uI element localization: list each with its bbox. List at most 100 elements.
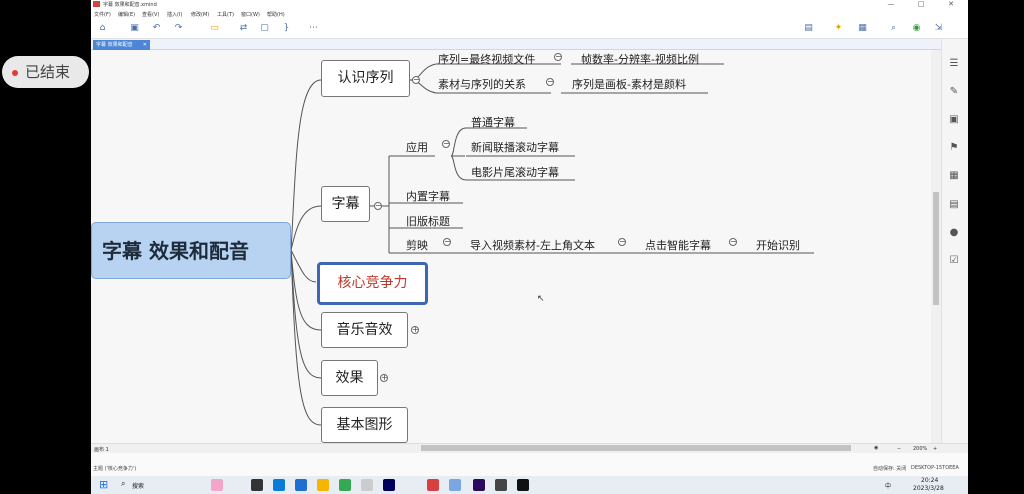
topic-subtitles[interactable]: 字幕 (321, 186, 370, 222)
topic-frame-rate[interactable]: 帧数率-分辨率-视频比例 (581, 51, 699, 67)
menu-file[interactable]: 文件(F) (94, 11, 111, 18)
task-icon[interactable]: ☑ (948, 255, 960, 267)
chrome-icon[interactable] (339, 479, 351, 491)
windows-start-icon[interactable]: ⊞ (99, 478, 108, 491)
app-icon[interactable] (495, 479, 507, 491)
collapse-toggle[interactable]: − (618, 238, 626, 246)
scroll-thumb[interactable] (933, 192, 939, 305)
idea-icon[interactable]: ✦ (833, 23, 844, 34)
windows-taskbar: ⊞ ⌕ 搜索 中 20:24 2023/3/28 (91, 476, 968, 494)
topic-basic-shapes[interactable]: 基本图形 (321, 407, 408, 443)
horizontal-scroll-thumb[interactable] (421, 445, 851, 451)
search-icon[interactable]: ⌕ (121, 479, 125, 489)
topic-effects[interactable]: 效果 (321, 360, 378, 396)
topic-normal-subtitle[interactable]: 普通字幕 (471, 114, 515, 130)
clock-time[interactable]: 20:24 (921, 477, 938, 484)
boundary-icon[interactable]: ▢ (259, 23, 270, 34)
eye-icon[interactable]: ◉ (874, 445, 878, 451)
menu-insert[interactable]: 插入(I) (167, 11, 182, 18)
maximize-button[interactable]: □ (906, 0, 936, 9)
share-icon[interactable]: ◉ (911, 23, 922, 34)
minimize-button[interactable]: — (876, 0, 906, 9)
collapse-toggle[interactable]: − (374, 202, 382, 210)
more-icon[interactable]: ⋯ (308, 23, 319, 34)
format-brush-icon[interactable]: ✎ (948, 86, 960, 98)
home-icon[interactable]: ⌂ (97, 23, 108, 34)
edge-icon[interactable] (273, 479, 285, 491)
app-icon[interactable] (361, 479, 373, 491)
topic-sequence-final[interactable]: 序列=最终视频文件 (438, 51, 535, 67)
zoom-out-icon[interactable]: − (897, 446, 901, 452)
redo-icon[interactable]: ↷ (173, 23, 184, 34)
comment-icon[interactable]: ● (948, 227, 960, 239)
relationship-icon[interactable]: ⇄ (238, 23, 249, 34)
menu-window[interactable]: 窗口(W) (241, 11, 260, 18)
close-button[interactable]: ✕ (936, 0, 966, 9)
autosave-status[interactable]: 自动保存: 关闭 (873, 465, 906, 472)
topic-recognize-sequence[interactable]: 认识序列 (321, 60, 410, 97)
collapse-toggle[interactable]: − (554, 53, 562, 61)
marker-flag-icon[interactable]: ⚑ (948, 142, 960, 154)
sheet-tab[interactable]: 画布 1 (94, 446, 109, 453)
collapse-toggle[interactable]: − (546, 78, 554, 86)
xmind-icon[interactable] (427, 479, 439, 491)
topic-builtin-subtitle[interactable]: 内置字幕 (406, 188, 450, 204)
topic-smart-subtitle[interactable]: 点击智能字幕 (645, 237, 711, 253)
image-icon[interactable]: ▣ (948, 114, 960, 126)
tab-close-icon[interactable]: ✕ (143, 40, 147, 50)
zoom-level[interactable]: 200% (913, 446, 927, 452)
vertical-scrollbar[interactable] (931, 50, 941, 443)
app-logo-icon (93, 1, 100, 7)
premiere-icon[interactable] (473, 479, 485, 491)
topic-core-competence[interactable]: 核心竞争力 (317, 262, 428, 305)
outline-icon[interactable]: ☰ (948, 58, 960, 70)
gallery-icon[interactable]: ▦ (948, 170, 960, 182)
capcut-icon[interactable] (517, 479, 529, 491)
tab-document[interactable]: 字幕 效果和配音 ✕ (93, 40, 150, 50)
taskbar-search-placeholder[interactable]: 搜索 (132, 481, 144, 490)
topic-icon[interactable]: ▭ (209, 23, 220, 34)
collapse-toggle[interactable]: − (729, 238, 737, 246)
topic-legacy-title[interactable]: 旧版标题 (406, 213, 450, 229)
right-side-panel: ☰ ✎ ▣ ⚑ ▦ ▤ ● ☑ (941, 39, 968, 443)
gantt-icon[interactable]: ▦ (857, 23, 868, 34)
zoom-in-icon[interactable]: + (933, 446, 937, 452)
menu-modify[interactable]: 修改(M) (191, 11, 209, 18)
mail-icon[interactable] (295, 479, 307, 491)
search-icon[interactable]: ⌕ (888, 23, 899, 34)
audition-icon[interactable] (383, 479, 395, 491)
save-icon[interactable]: ▣ (129, 23, 140, 34)
collapse-toggle[interactable]: − (442, 140, 450, 148)
topic-credits-scroll[interactable]: 电影片尾滚动字幕 (471, 164, 559, 180)
expand-toggle[interactable]: + (411, 326, 419, 334)
notes-icon[interactable]: ▤ (948, 199, 960, 211)
expand-toggle[interactable]: + (380, 374, 388, 382)
topic-news-scroll[interactable]: 新闻联播滚动字幕 (471, 139, 559, 155)
collapse-toggle[interactable]: − (412, 76, 420, 84)
mindmap-canvas[interactable]: 字幕 效果和配音 认识序列 − 序列=最终视频文件 − 帧数率-分辨率-视频比例… (91, 50, 931, 443)
topic-start-recognize[interactable]: 开始识别 (756, 237, 800, 253)
presentation-icon[interactable]: ▤ (803, 23, 814, 34)
ime-indicator[interactable]: 中 (885, 481, 891, 490)
export-icon[interactable]: ⇲ (933, 23, 944, 34)
menu-edit[interactable]: 编辑(E) (118, 11, 135, 18)
task-view-icon[interactable] (251, 479, 263, 491)
app-icon[interactable] (449, 479, 461, 491)
summary-icon[interactable]: } (281, 23, 292, 34)
xmind-window: 字幕 效果和配音.xmind — □ ✕ 文件(F) 编辑(E) 查看(V) 插… (91, 0, 968, 476)
topic-application[interactable]: 应用 (406, 139, 428, 155)
clock-date[interactable]: 2023/3/28 (913, 485, 944, 492)
menu-help[interactable]: 帮助(H) (267, 11, 285, 18)
topic-jianying[interactable]: 剪映 (406, 237, 428, 253)
topic-music-sfx[interactable]: 音乐音效 (321, 312, 408, 348)
central-topic[interactable]: 字幕 效果和配音 (91, 222, 291, 279)
topic-material-relation[interactable]: 素材与序列的关系 (438, 76, 526, 92)
menu-view[interactable]: 查看(V) (142, 11, 159, 18)
menu-tools[interactable]: 工具(T) (217, 11, 234, 18)
file-explorer-icon[interactable] (317, 479, 329, 491)
topic-canvas-paint[interactable]: 序列是画板-素材是颜料 (572, 76, 686, 92)
topic-import-material[interactable]: 导入视频素材-左上角文本 (470, 237, 595, 253)
widget-icon[interactable] (211, 479, 223, 491)
collapse-toggle[interactable]: − (443, 238, 451, 246)
undo-icon[interactable]: ↶ (151, 23, 162, 34)
